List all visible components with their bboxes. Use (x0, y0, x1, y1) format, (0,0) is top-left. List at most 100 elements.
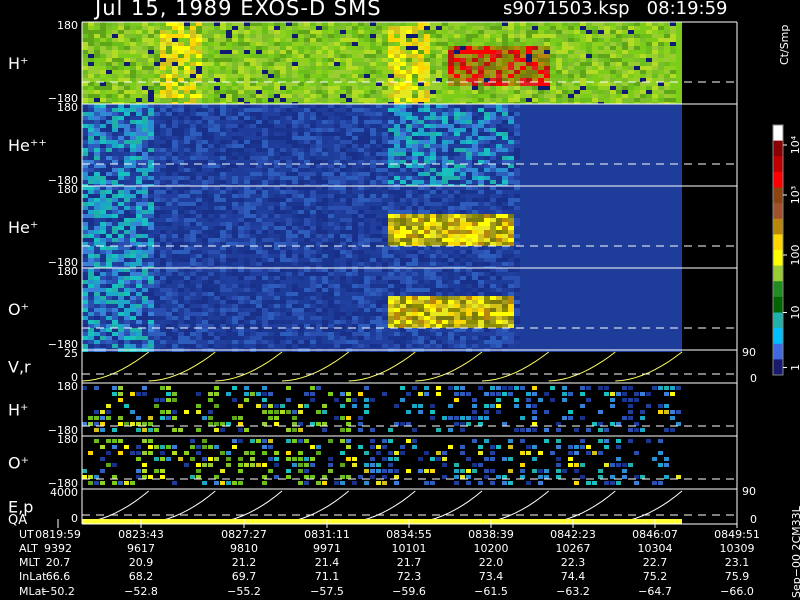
heatmap-cell (400, 30, 406, 34)
heatmap-cell (610, 66, 616, 70)
heatmap-cell (466, 152, 472, 156)
heatmap-cell (124, 218, 130, 222)
heatmap-cell (352, 152, 358, 156)
heatmap-cell (580, 34, 586, 38)
heatmap-cell (130, 234, 136, 238)
heatmap-cell (376, 86, 382, 90)
heatmap-cell (490, 30, 496, 34)
heatmap-cell (112, 176, 118, 180)
heatmap-cell (478, 70, 484, 74)
heatmap-cell (196, 206, 202, 210)
heatmap-cell (148, 74, 154, 78)
heatmap-cell (658, 82, 664, 86)
heatmap-cell (256, 222, 262, 226)
heatmap-cell (508, 30, 514, 34)
heatmap-cell (226, 194, 232, 198)
heatmap-cell (88, 30, 94, 34)
heatmap-cell (166, 198, 172, 202)
heatmap-cell (190, 230, 196, 234)
heatmap-cell (100, 246, 106, 250)
heatmap-cell (442, 50, 448, 54)
heatmap-cell (658, 156, 664, 160)
heatmap-cell (334, 104, 340, 108)
heatmap-cell (478, 86, 484, 90)
heatmap-cell (184, 124, 190, 128)
heatmap-cell (610, 42, 616, 46)
heatmap-cell (286, 136, 292, 140)
heatmap-cell (496, 50, 502, 54)
heatmap-cell (82, 152, 88, 156)
heatmap-cell (370, 42, 376, 46)
heatmap-cell (454, 66, 460, 70)
heatmap-cell (298, 104, 304, 108)
heatmap-cell (406, 58, 412, 62)
heatmap-cell (562, 148, 568, 152)
heatmap-cell (316, 180, 322, 184)
heatmap-cell (352, 156, 358, 160)
heatmap-cell (388, 180, 394, 184)
heatmap-cell (442, 94, 448, 98)
heatmap-cell (556, 156, 562, 160)
heatmap-cell (610, 148, 616, 152)
heatmap-cell (274, 230, 280, 234)
heatmap-cell (268, 164, 274, 168)
heatmap-cell (334, 30, 340, 34)
heatmap-cell (622, 54, 628, 58)
heatmap-cell (370, 78, 376, 82)
heatmap-cell (478, 34, 484, 38)
heatmap-cell (304, 132, 310, 136)
heatmap-cell (148, 222, 154, 226)
heatmap-cell (496, 124, 502, 128)
heatmap-cell (88, 210, 94, 214)
heatmap-cell (346, 152, 352, 156)
heatmap-cell (82, 164, 88, 168)
heatmap-cell (364, 176, 370, 180)
heatmap-cell (448, 164, 454, 168)
heatmap-cell (502, 54, 508, 58)
heatmap-cell (514, 156, 520, 160)
heatmap-cell (628, 108, 634, 112)
heatmap-cell (430, 22, 436, 26)
heatmap-cell (448, 156, 454, 160)
heatmap-cell (208, 254, 214, 258)
heatmap-cell (544, 104, 550, 108)
heatmap-cell (94, 186, 100, 190)
heatmap-cell (268, 62, 274, 66)
heatmap-cell (562, 144, 568, 148)
heatmap-cell (100, 262, 106, 266)
heatmap-cell (250, 168, 256, 172)
heatmap-cell (466, 104, 472, 108)
heatmap-cell (286, 82, 292, 86)
heatmap-cell (622, 86, 628, 90)
heatmap-cell (214, 210, 220, 214)
heatmap-cell (466, 180, 472, 184)
heatmap-cell (388, 136, 394, 140)
heatmap-cell (298, 46, 304, 50)
heatmap-cell (226, 22, 232, 26)
heatmap-cell (646, 30, 652, 34)
heatmap-cell (484, 74, 490, 78)
heatmap-cell (106, 116, 112, 120)
heatmap-cell (490, 116, 496, 120)
heatmap-cell (334, 94, 340, 98)
heatmap-cell (220, 190, 226, 194)
heatmap-cell (160, 180, 166, 184)
heatmap-cell (256, 74, 262, 78)
heatmap-cell (112, 46, 118, 50)
heatmap-cell (520, 38, 526, 42)
heatmap-cell (496, 82, 502, 86)
heatmap-cell (274, 222, 280, 226)
heatmap-cell (124, 132, 130, 136)
heatmap-cell (394, 66, 400, 70)
heatmap-cell (130, 30, 136, 34)
heatmap-cell (436, 22, 442, 26)
heatmap-cell (190, 238, 196, 242)
heatmap-cell (646, 62, 652, 66)
heatmap-cell (406, 62, 412, 66)
heatmap-cell (94, 108, 100, 112)
heatmap-cell (514, 50, 520, 54)
heatmap-cell (646, 140, 652, 144)
heatmap-cell (550, 108, 556, 112)
heatmap-cell (664, 164, 670, 168)
heatmap-cell (262, 140, 268, 144)
